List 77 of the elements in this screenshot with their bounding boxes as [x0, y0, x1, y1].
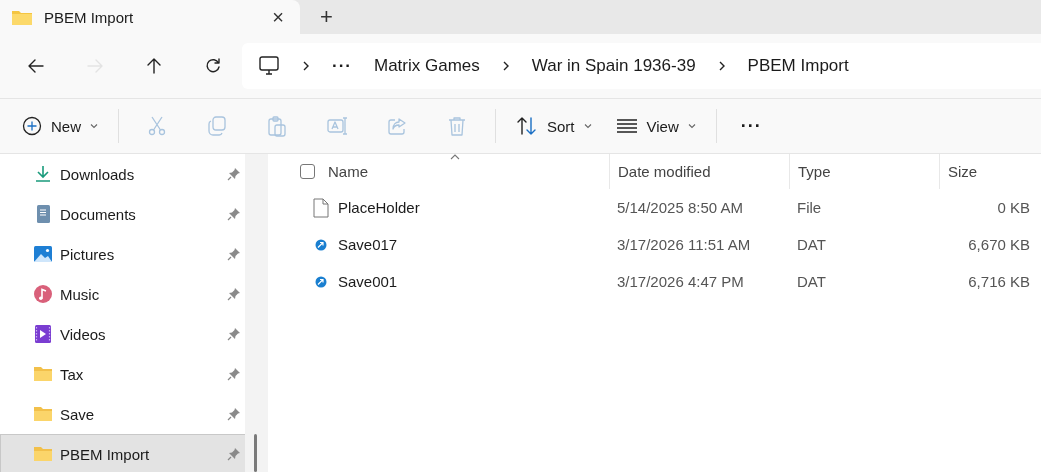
- pin-icon[interactable]: [227, 447, 241, 461]
- view-button[interactable]: View: [603, 107, 708, 145]
- sort-icon: [516, 116, 538, 136]
- sidebar-item[interactable]: Pictures: [0, 234, 245, 274]
- chevron-icon: [501, 60, 510, 72]
- app-file-icon: [313, 275, 329, 288]
- scrollbar-thumb[interactable]: [254, 434, 257, 472]
- folder-icon: [33, 364, 53, 384]
- column-header[interactable]: Date modified: [609, 154, 789, 189]
- caret-icon: [583, 123, 592, 129]
- breadcrumb-item[interactable]: War in Spain 1936-39: [531, 56, 696, 76]
- column-header[interactable]: Type: [789, 154, 939, 189]
- app-file-icon: [313, 238, 329, 251]
- file-name[interactable]: Save001: [338, 273, 398, 290]
- date-cell: 5/14/2025 8:50 AM: [617, 199, 743, 216]
- new-tab-button[interactable]: +: [320, 4, 333, 30]
- address-bar[interactable]: ··· Matrix Games War in Spain 1936-39 PBEM Import: [242, 43, 1041, 89]
- column-header[interactable]: Size: [939, 154, 1039, 189]
- size-cell: 6,716 KB: [968, 273, 1030, 290]
- music-icon: [33, 284, 53, 304]
- pin-icon[interactable]: [227, 287, 241, 301]
- sidebar-label: Videos: [60, 325, 107, 343]
- date-cell: 3/17/2026 4:47 PM: [617, 273, 744, 290]
- caret-icon: [90, 123, 98, 129]
- file-name[interactable]: Save017: [338, 236, 398, 253]
- pin-icon[interactable]: [227, 327, 241, 341]
- folder-icon: [33, 444, 53, 464]
- chevron-icon: [302, 60, 310, 72]
- sidebar-label: Tax: [60, 365, 85, 383]
- caret-icon: [687, 123, 696, 129]
- sort-button[interactable]: Sort: [504, 107, 604, 145]
- type-cell: DAT: [797, 273, 826, 290]
- sidebar-item[interactable]: Tax: [0, 354, 245, 394]
- folder-icon: [33, 404, 53, 424]
- file-name[interactable]: PlaceHolder: [338, 199, 420, 216]
- sort-caret-icon: [450, 154, 460, 160]
- sidebar-label: Downloads: [60, 165, 136, 183]
- chevron-icon: [717, 60, 726, 72]
- video-icon: [33, 324, 53, 344]
- sidebar-item[interactable]: Save: [0, 394, 245, 434]
- date-cell: 3/17/2026 11:51 AM: [617, 236, 751, 253]
- sidebar-label: PBEM Import: [60, 445, 151, 463]
- tab-title: PBEM Import: [44, 8, 135, 26]
- sidebar-item[interactable]: Documents: [0, 194, 245, 234]
- more-button[interactable]: ···: [724, 107, 778, 145]
- column-header[interactable]: Name: [328, 154, 609, 189]
- monitor-icon: [258, 56, 280, 76]
- sidebar-label: Music: [60, 285, 101, 303]
- breadcrumb-item[interactable]: Matrix Games: [374, 56, 480, 76]
- picture-icon: [33, 244, 53, 264]
- breadcrumb-item[interactable]: PBEM Import: [747, 56, 849, 76]
- pin-icon[interactable]: [227, 407, 241, 421]
- size-cell: 0 KB: [997, 199, 1030, 216]
- sidebar-label: Pictures: [60, 245, 116, 263]
- pin-icon[interactable]: [227, 167, 241, 181]
- folder-icon: [12, 9, 32, 25]
- breadcrumb-overflow[interactable]: ···: [332, 56, 352, 76]
- type-cell: DAT: [797, 236, 826, 253]
- sidebar-label: Save: [60, 405, 96, 423]
- pin-icon[interactable]: [227, 247, 241, 261]
- sidebar-label: Documents: [60, 205, 137, 223]
- plus-circle-icon: [22, 116, 42, 136]
- pin-icon[interactable]: [227, 207, 241, 221]
- sidebar-item[interactable]: PBEM Import: [0, 434, 245, 472]
- sidebar-item[interactable]: Music: [0, 274, 245, 314]
- select-all-checkbox[interactable]: [300, 164, 315, 179]
- file-icon: [313, 197, 329, 218]
- sidebar-item[interactable]: Downloads: [0, 154, 245, 194]
- download-icon: [33, 164, 53, 184]
- sidebar-item[interactable]: Videos: [0, 314, 245, 354]
- window-tab[interactable]: PBEM Import ×: [0, 0, 300, 34]
- new-button[interactable]: New: [10, 107, 110, 145]
- size-cell: 6,670 KB: [968, 236, 1030, 253]
- pin-icon[interactable]: [227, 367, 241, 381]
- close-tab-button[interactable]: ×: [268, 5, 288, 29]
- type-cell: File: [797, 199, 822, 216]
- list-view-icon: [615, 118, 638, 134]
